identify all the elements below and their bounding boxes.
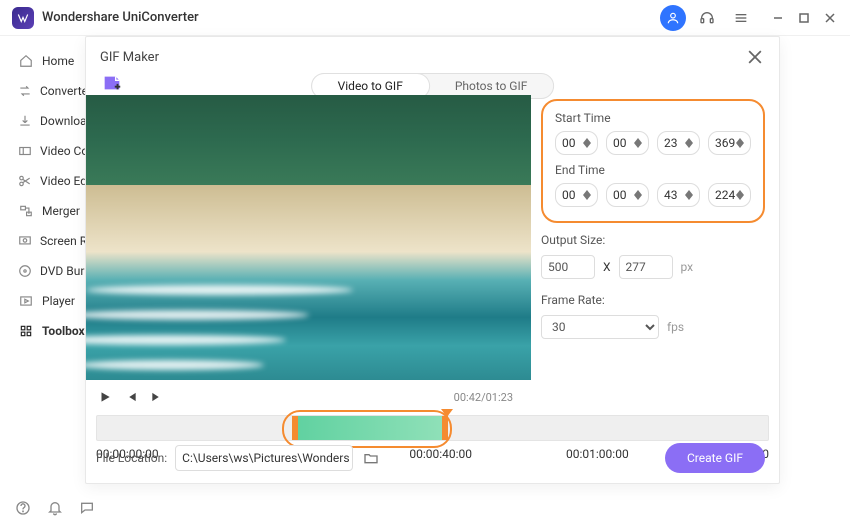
output-size-label: Output Size: [541, 233, 626, 247]
maximize-button[interactable] [796, 10, 812, 26]
settings-pane: Start Time 00 00 23 369 End Time 00 00 4… [541, 99, 765, 347]
end-time-label: End Time [555, 163, 751, 177]
dialog-header: GIF Maker [86, 37, 779, 71]
end-minutes-stepper[interactable]: 00 [606, 183, 649, 207]
bell-icon[interactable] [46, 499, 64, 517]
create-gif-button[interactable]: Create GIF [665, 443, 765, 473]
sidebar-item-label: DVD Burner [40, 264, 85, 278]
start-ms-stepper[interactable]: 369 [708, 131, 751, 155]
titlebar: Wondershare UniConverter [0, 0, 850, 36]
sidebar-item-recorder[interactable]: Screen Recorder [0, 226, 85, 256]
sidebar-item-player[interactable]: Player [0, 286, 85, 316]
sidebar-item-label: Screen Recorder [40, 234, 85, 248]
start-time-label: Start Time [555, 111, 751, 125]
window-controls [770, 10, 838, 26]
output-height-input[interactable] [619, 255, 673, 279]
disc-icon [18, 264, 32, 278]
frame-rate-select[interactable]: 30 [541, 315, 659, 339]
scissors-icon [18, 174, 32, 188]
app-title: Wondershare UniConverter [42, 10, 652, 25]
sidebar-item-label: Converter [40, 84, 85, 98]
merge-icon [18, 204, 34, 218]
playback-time: 00:42/01:23 [454, 391, 521, 404]
sidebar: Home Converter Downloader Video Compress… [0, 36, 85, 527]
record-icon [18, 234, 32, 248]
selection-range[interactable] [292, 416, 442, 440]
selection-start-handle[interactable] [292, 416, 298, 440]
dialog-title: GIF Maker [100, 50, 159, 65]
play-icon [18, 294, 34, 308]
browse-folder-button[interactable] [361, 448, 381, 468]
sidebar-item-editor[interactable]: Video Editor [0, 166, 85, 196]
play-button[interactable] [96, 388, 114, 406]
player-controls: 00:42/01:23 [86, 380, 531, 414]
sidebar-item-label: Toolbox [42, 324, 85, 338]
compress-icon [18, 144, 32, 158]
minimize-button[interactable] [770, 10, 786, 26]
menu-icon[interactable] [728, 5, 754, 31]
account-icon[interactable] [660, 5, 686, 31]
sidebar-item-downloader[interactable]: Downloader [0, 106, 85, 136]
frame-rate-label: Frame Rate: [541, 293, 626, 307]
dialog-close-button[interactable] [745, 47, 765, 67]
sidebar-item-label: Video Editor [40, 174, 85, 188]
fps-unit: fps [667, 320, 684, 334]
end-ms-stepper[interactable]: 224 [708, 183, 751, 207]
sidebar-item-label: Merger [42, 204, 80, 218]
sidebar-item-label: Player [42, 294, 75, 308]
sidebar-item-compressor[interactable]: Video Compressor [0, 136, 85, 166]
headset-icon[interactable] [694, 5, 720, 31]
output-sep: X [603, 260, 611, 274]
sidebar-item-label: Video Compressor [40, 144, 85, 158]
converter-icon [18, 84, 32, 98]
dialog-footer: File Location: C:\Users\ws\Pictures\Wond… [96, 443, 765, 473]
file-location-select[interactable]: C:\Users\ws\Pictures\Wonders [175, 445, 353, 471]
sidebar-bottom [14, 499, 96, 517]
selection-end-handle[interactable] [442, 416, 448, 440]
file-location-label: File Location: [96, 451, 167, 465]
sidebar-item-merger[interactable]: Merger [0, 196, 85, 226]
sidebar-item-label: Home [42, 54, 74, 68]
start-seconds-stepper[interactable]: 23 [657, 131, 700, 155]
timeline-track[interactable] [96, 415, 769, 441]
prev-frame-button[interactable] [122, 388, 140, 406]
video-preview[interactable] [86, 95, 531, 380]
time-range-box: Start Time 00 00 23 369 End Time 00 00 4… [541, 99, 765, 223]
file-location-value: C:\Users\ws\Pictures\Wonders [182, 451, 349, 465]
home-icon [18, 54, 34, 68]
add-file-button[interactable] [100, 71, 124, 95]
app-logo-icon [12, 7, 34, 29]
end-seconds-stepper[interactable]: 43 [657, 183, 700, 207]
output-width-input[interactable] [541, 255, 595, 279]
help-icon[interactable] [14, 499, 32, 517]
close-button[interactable] [822, 10, 838, 26]
end-hours-stepper[interactable]: 00 [555, 183, 598, 207]
sidebar-item-toolbox[interactable]: Toolbox [0, 316, 85, 346]
sidebar-item-label: Downloader [40, 114, 85, 128]
sidebar-item-dvd[interactable]: DVD Burner [0, 256, 85, 286]
sidebar-item-converter[interactable]: Converter [0, 76, 85, 106]
start-minutes-stepper[interactable]: 00 [606, 131, 649, 155]
output-unit: px [681, 260, 694, 274]
download-icon [18, 114, 32, 128]
next-frame-button[interactable] [148, 388, 166, 406]
gif-maker-dialog: GIF Maker Video to GIF Photos to GIF 00:… [85, 36, 780, 484]
start-hours-stepper[interactable]: 00 [555, 131, 598, 155]
playhead-marker-icon[interactable] [441, 406, 453, 414]
sidebar-item-home[interactable]: Home [0, 46, 85, 76]
toolbox-icon [18, 324, 34, 338]
video-area: 00:42/01:23 [86, 95, 531, 414]
